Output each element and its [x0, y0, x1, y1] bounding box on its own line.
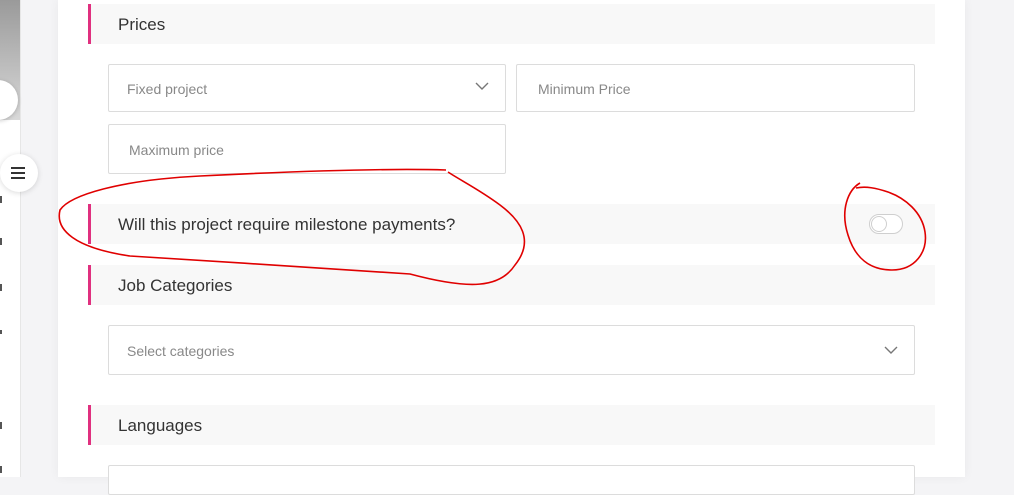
languages-section-header: Languages: [88, 405, 935, 445]
minimum-price-placeholder: Minimum Price: [538, 81, 631, 97]
project-type-select[interactable]: Fixed project: [108, 64, 506, 112]
maximum-price-placeholder: Maximum price: [129, 142, 224, 158]
milestone-section-header: Will this project require milestone paym…: [88, 204, 935, 244]
project-form-card: Prices Fixed project Minimum Price Maxim…: [58, 0, 965, 495]
job-categories-select[interactable]: Select categories: [108, 325, 915, 375]
sidebar-edge-mark: [0, 284, 2, 291]
chevron-down-icon: [884, 346, 898, 354]
project-type-value: Fixed project: [127, 81, 208, 97]
sidebar-edge-mark: [0, 466, 2, 473]
left-sidebar-strip: [0, 0, 21, 477]
sidebar-edge-mark: [0, 238, 2, 245]
job-categories-placeholder: Select categories: [127, 343, 235, 359]
toggle-knob: [871, 216, 887, 232]
minimum-price-input[interactable]: Minimum Price: [516, 64, 915, 112]
maximum-price-input[interactable]: Maximum price: [108, 124, 506, 174]
languages-select[interactable]: [108, 465, 915, 495]
job-categories-section-header: Job Categories: [88, 265, 935, 305]
languages-heading: Languages: [118, 416, 203, 435]
prices-section-header: Prices: [88, 4, 935, 44]
chevron-down-icon: [475, 82, 489, 90]
sidebar-edge-mark: [0, 330, 2, 334]
sidebar-edge-mark: [0, 196, 2, 203]
prices-heading: Prices: [118, 15, 166, 34]
milestone-question: Will this project require milestone paym…: [118, 215, 456, 234]
sidebar-edge-mark: [0, 422, 2, 429]
menu-toggle-button[interactable]: [0, 154, 38, 192]
job-categories-heading: Job Categories: [118, 276, 233, 295]
milestone-payments-toggle[interactable]: [869, 214, 903, 234]
